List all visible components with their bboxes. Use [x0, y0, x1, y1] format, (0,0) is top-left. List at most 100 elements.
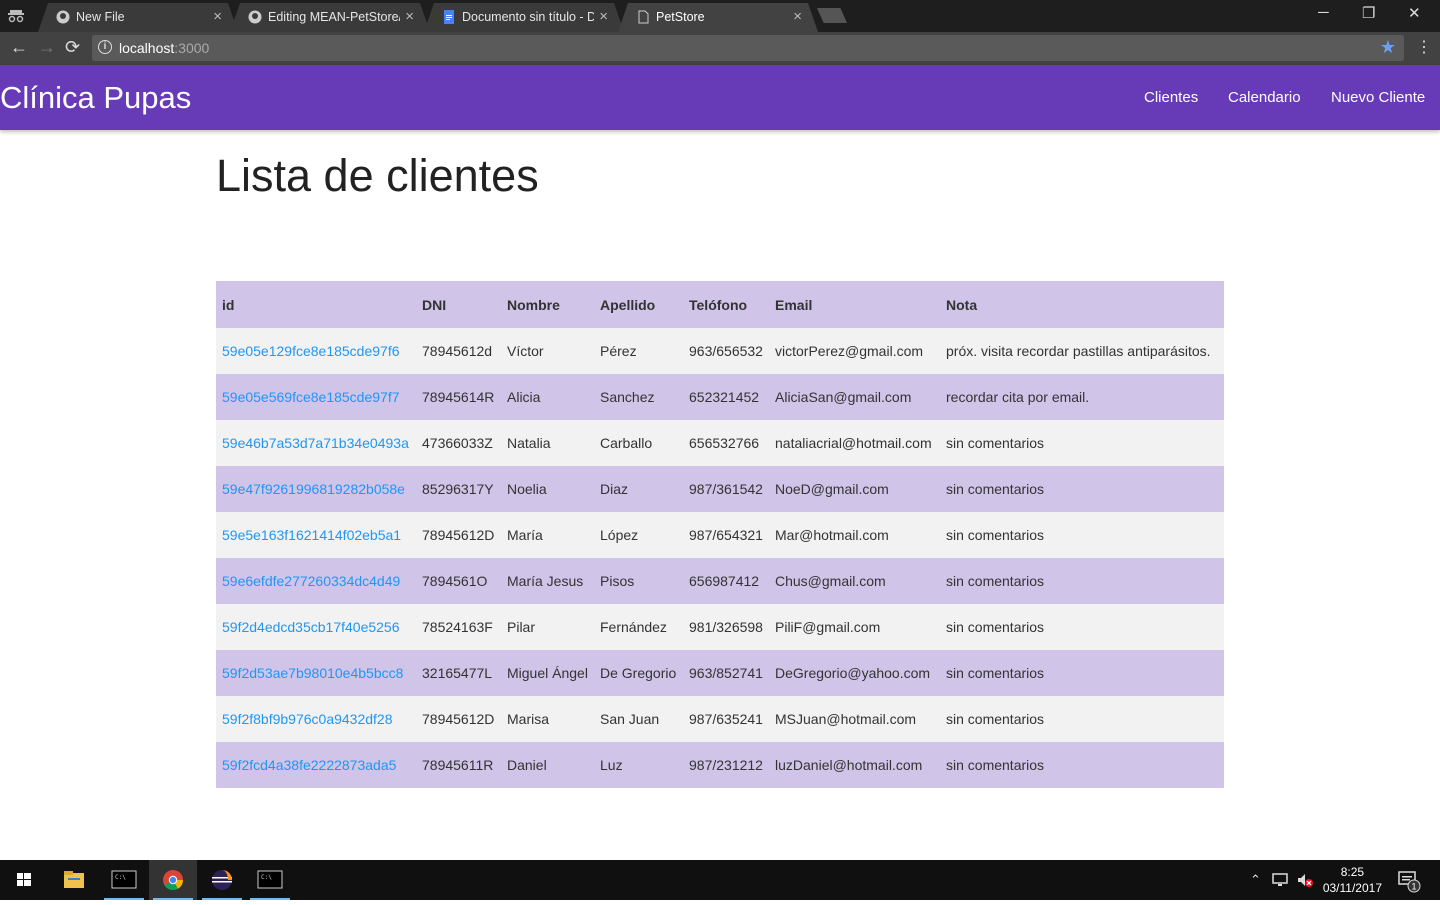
address-bar[interactable]: i localhost:3000 ★ — [92, 35, 1404, 61]
table-row: 59f2d53ae7b98010e4b5bcc8 32165477L Miguel … — [216, 650, 1224, 696]
cell-id[interactable]: 59e05e569fce8e185cde97f7 — [216, 374, 416, 420]
cell-telefono: 963/656532 — [683, 328, 769, 374]
cell-apellido: Sanchez — [594, 374, 683, 420]
cell-nota: recordar cita por email. — [940, 374, 1224, 420]
windows-start-icon[interactable] — [0, 860, 48, 900]
cell-nota: sin comentarios — [940, 604, 1224, 650]
page-title: Lista de clientes — [216, 150, 539, 201]
nav-link-calendario[interactable]: Calendario — [1228, 89, 1301, 106]
close-window-button[interactable]: ✕ — [1408, 4, 1421, 22]
cell-nombre: Víctor — [501, 328, 594, 374]
cell-telefono: 652321452 — [683, 374, 769, 420]
site-info-icon[interactable]: i — [98, 40, 112, 54]
cell-id[interactable]: 59f2fcd4a38fe2222873ada5 — [216, 742, 416, 788]
tab-title: New File — [76, 10, 125, 24]
cell-telefono: 987/654321 — [683, 512, 769, 558]
close-tab-icon[interactable]: × — [213, 8, 222, 25]
bookmark-star-icon[interactable]: ★ — [1380, 37, 1396, 58]
reload-icon[interactable]: ⟳ — [65, 37, 80, 58]
cell-dni: 32165477L — [416, 650, 501, 696]
tray-chevron-up-icon[interactable]: ⌃ — [1250, 872, 1261, 888]
cell-nombre: María Jesus — [501, 558, 594, 604]
close-tab-icon[interactable]: × — [599, 8, 608, 25]
table-row: 59f2fcd4a38fe2222873ada5 78945611R Daniel L… — [216, 742, 1224, 788]
close-tab-icon[interactable]: × — [793, 8, 802, 25]
cell-apellido: De Gregorio — [594, 650, 683, 696]
cell-telefono: 963/852741 — [683, 650, 769, 696]
github-icon — [248, 10, 262, 24]
restore-button[interactable]: ❐ — [1362, 4, 1375, 22]
table-row: 59f2f8bf9b976c0a9432df28 78945612D Marisa S… — [216, 696, 1224, 742]
cell-dni: 78524163F — [416, 604, 501, 650]
forward-arrow-icon[interactable]: → — [38, 37, 56, 58]
cell-nota: sin comentarios — [940, 742, 1224, 788]
cell-email: MSJuan@hotmail.com — [769, 696, 940, 742]
network-icon[interactable] — [1272, 872, 1290, 891]
cell-id[interactable]: 59e05e129fce8e185cde97f6 — [216, 328, 416, 374]
cell-id[interactable]: 59e6efdfe277260334dc4d49 — [216, 558, 416, 604]
table-row: 59e5e163f1621414f02eb5a1 78945612D María Ló… — [216, 512, 1224, 558]
cell-email: luzDaniel@hotmail.com — [769, 742, 940, 788]
cell-id[interactable]: 59f2f8bf9b976c0a9432df28 — [216, 696, 416, 742]
column-header-telefono: Telófono — [683, 281, 769, 328]
cell-apellido: López — [594, 512, 683, 558]
cell-id[interactable]: 59e46b7a53d7a71b34e0493a — [216, 420, 416, 466]
table-row: 59e46b7a53d7a71b34e0493a 47366033Z Natalia… — [216, 420, 1224, 466]
cell-id[interactable]: 59e47f9261996819282b058e — [216, 466, 416, 512]
clock-date: 03/11/2017 — [1322, 881, 1382, 895]
cell-nombre: María — [501, 512, 594, 558]
nav-link-nuevo-cliente[interactable]: Nuevo Cliente — [1331, 89, 1425, 106]
terminal-app-icon[interactable]: C:\ — [100, 860, 148, 900]
eclipse-icon[interactable] — [198, 860, 246, 900]
browser-tab-1[interactable]: New File × — [38, 3, 238, 32]
browser-tab-4[interactable]: PetStore × — [618, 3, 818, 32]
cell-dni: 78945614R — [416, 374, 501, 420]
terminal-app-icon-2[interactable]: C:\ — [246, 860, 294, 900]
browser-tab-2[interactable]: Editing MEAN-PetStore/R × — [230, 3, 430, 32]
cell-email: Chus@gmail.com — [769, 558, 940, 604]
cell-telefono: 987/231212 — [683, 742, 769, 788]
cell-telefono: 656532766 — [683, 420, 769, 466]
cell-apellido: Pérez — [594, 328, 683, 374]
action-center-icon[interactable]: 1 — [1398, 869, 1424, 896]
chrome-icon[interactable] — [149, 860, 197, 900]
cell-nombre: Natalia — [501, 420, 594, 466]
svg-text:1: 1 — [1412, 882, 1417, 892]
cell-email: DeGregorio@yahoo.com — [769, 650, 940, 696]
browser-tab-strip: New File × Editing MEAN-PetStore/R × Documen… — [0, 0, 1440, 32]
cell-dni: 78945612D — [416, 696, 501, 742]
svg-text:C:\: C:\ — [261, 874, 272, 881]
cell-nota: sin comentarios — [940, 696, 1224, 742]
cell-id[interactable]: 59f2d53ae7b98010e4b5bcc8 — [216, 650, 416, 696]
cell-dni: 85296317Y — [416, 466, 501, 512]
cell-nombre: Daniel — [501, 742, 594, 788]
app-brand[interactable]: Clínica Pupas — [0, 80, 191, 116]
new-tab-button[interactable] — [817, 8, 847, 23]
browser-tab-3[interactable]: Documento sin título - D × — [424, 3, 624, 32]
cell-email: PiliF@gmail.com — [769, 604, 940, 650]
cell-apellido: Carballo — [594, 420, 683, 466]
cell-apellido: Fernández — [594, 604, 683, 650]
volume-muted-icon[interactable] — [1296, 872, 1314, 891]
cell-apellido: Pisos — [594, 558, 683, 604]
cell-telefono: 987/635241 — [683, 696, 769, 742]
close-tab-icon[interactable]: × — [405, 8, 414, 25]
browser-menu-icon[interactable]: ⋮ — [1416, 37, 1432, 57]
browser-toolbar: ← → ⟳ i localhost:3000 ★ ⋮ — [0, 32, 1440, 65]
nav-link-clientes[interactable]: Clientes — [1144, 89, 1198, 106]
file-explorer-icon[interactable] — [50, 860, 98, 900]
system-clock[interactable]: 8:25 03/11/2017 — [1323, 864, 1382, 896]
cell-id[interactable]: 59f2d4edcd35cb17f40e5256 — [216, 604, 416, 650]
minimize-button[interactable]: ─ — [1318, 4, 1329, 21]
google-docs-icon — [442, 10, 456, 24]
cell-telefono: 987/361542 — [683, 466, 769, 512]
tab-title: Documento sin título - D — [462, 10, 594, 24]
back-arrow-icon[interactable]: ← — [10, 37, 28, 58]
cell-nombre: Miguel Ángel — [501, 650, 594, 696]
column-header-email: Email — [769, 281, 940, 328]
column-header-dni: DNI — [416, 281, 501, 328]
cell-dni: 7894561O — [416, 558, 501, 604]
cell-id[interactable]: 59e5e163f1621414f02eb5a1 — [216, 512, 416, 558]
app-navbar: Clínica Pupas Clientes Calendario Nuevo … — [0, 65, 1440, 130]
cell-apellido: San Juan — [594, 696, 683, 742]
